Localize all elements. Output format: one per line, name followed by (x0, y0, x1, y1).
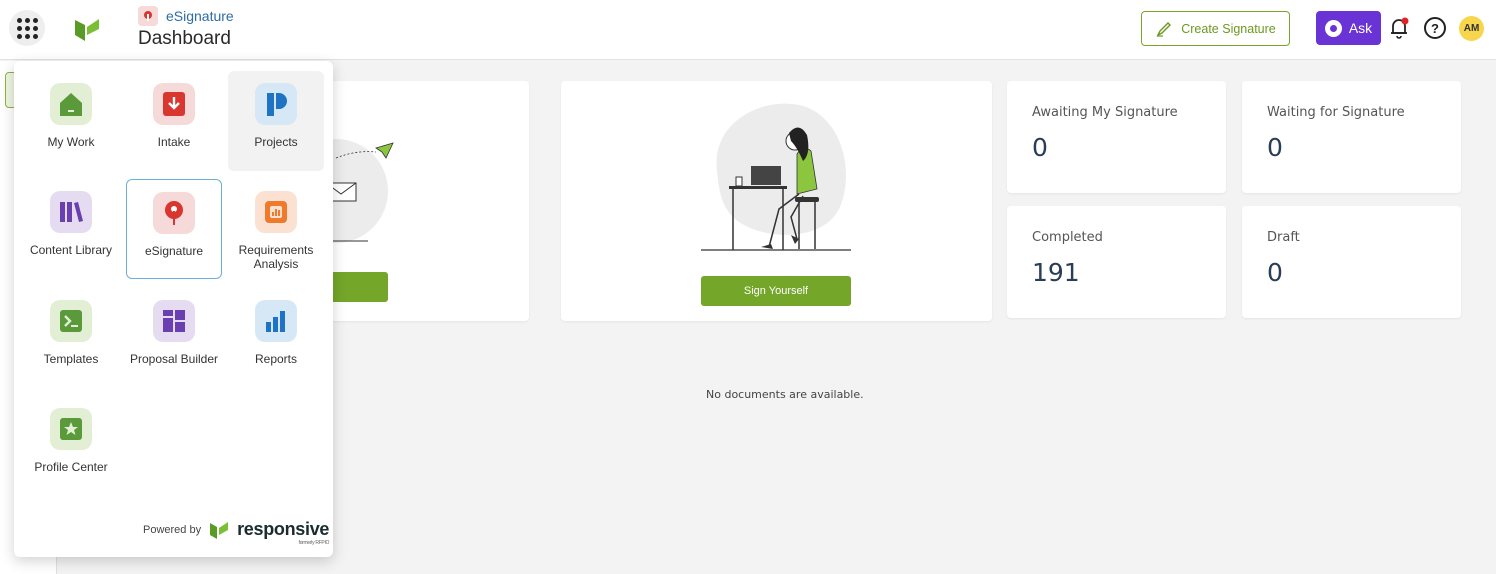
app-name: Intake (157, 135, 191, 149)
template-icon (50, 300, 92, 342)
stat-value: 0 (1267, 133, 1283, 162)
responsive-brand: responsive formerly RFPIO (237, 519, 330, 546)
notification-bell-icon[interactable] (1389, 17, 1409, 39)
launcher-app-content-library[interactable]: Content Library (23, 191, 119, 281)
app-name: Proposal Builder (129, 352, 219, 366)
powered-by-footer: Powered by responsive formerly RFPIO (143, 519, 330, 546)
page-title: Dashboard (138, 28, 231, 49)
app-launcher-menu: My Work Intake Projects Content Library … (14, 61, 333, 557)
app-launcher-button[interactable] (9, 10, 45, 46)
ask-label: Ask (1348, 20, 1373, 36)
powered-by-text: Powered by (143, 523, 202, 536)
pen-icon (1156, 21, 1172, 37)
star-profile-icon (50, 408, 92, 450)
responsive-logo-icon[interactable] (73, 15, 101, 43)
signature-pen-icon (153, 192, 195, 234)
stat-value: 0 (1032, 133, 1048, 162)
stat-completed[interactable]: Completed 191 (1007, 206, 1226, 318)
create-signature-label: Create Signature (1181, 21, 1276, 36)
app-name: eSignature (144, 244, 204, 258)
app-name: Requirements Analysis (238, 243, 314, 271)
launcher-app-profile-center[interactable]: Profile Center (23, 408, 119, 498)
app-name: Projects (254, 135, 298, 149)
builder-grid-icon (153, 300, 195, 342)
sign-yourself-button[interactable]: Sign Yourself (701, 276, 851, 306)
app-name: My Work (47, 135, 95, 149)
stat-label: Draft (1267, 230, 1300, 245)
stat-label: Completed (1032, 230, 1103, 245)
app-switch-chip[interactable]: eSignature (138, 6, 234, 26)
home-icon (50, 83, 92, 125)
stat-label: Awaiting My Signature (1032, 105, 1178, 120)
user-avatar[interactable]: AM (1459, 16, 1484, 41)
inbox-download-icon (153, 83, 195, 125)
sign-yourself-label: Sign Yourself (743, 285, 809, 297)
stat-value: 0 (1267, 258, 1283, 287)
sign-yourself-card: Sign Yourself (561, 81, 992, 321)
books-icon (50, 191, 92, 233)
stat-draft[interactable]: Draft 0 (1242, 206, 1461, 318)
app-name: Templates (43, 352, 99, 366)
stat-value: 191 (1032, 258, 1080, 287)
grid-dots-icon (16, 17, 38, 39)
app-name[interactable]: eSignature (166, 8, 234, 24)
launcher-app-templates[interactable]: Templates (23, 300, 119, 390)
brand-subtitle: formerly RFPIO (298, 540, 330, 546)
help-icon[interactable]: ? (1424, 17, 1446, 39)
launcher-app-my-work[interactable]: My Work (23, 83, 119, 177)
create-signature-button[interactable]: Create Signature (1141, 11, 1290, 46)
app-name: Reports (254, 352, 298, 366)
empty-documents-message: No documents are available. (706, 388, 864, 401)
stat-awaiting-my-signature[interactable]: Awaiting My Signature 0 (1007, 81, 1226, 193)
ask-button[interactable]: Ask (1316, 11, 1381, 45)
launcher-app-proposal-builder[interactable]: Proposal Builder (126, 300, 222, 390)
analysis-icon (255, 191, 297, 233)
launcher-app-reports[interactable]: Reports (228, 300, 324, 390)
launcher-app-intake[interactable]: Intake (126, 83, 222, 177)
responsive-logo-icon (210, 521, 229, 539)
stat-waiting-for-signature[interactable]: Waiting for Signature 0 (1242, 81, 1461, 193)
bar-chart-icon (255, 300, 297, 342)
projects-p-icon (255, 83, 297, 125)
ai-assistant-icon (1324, 19, 1342, 37)
launcher-app-esignature[interactable]: eSignature (126, 179, 222, 279)
app-name: Content Library (29, 243, 113, 257)
launcher-app-projects[interactable]: Projects (228, 71, 324, 171)
signature-pen-icon (138, 6, 158, 26)
person-at-desk-illustration (701, 103, 851, 251)
launcher-app-requirements-analysis[interactable]: Requirements Analysis (228, 191, 324, 281)
brand-name: responsive (237, 519, 330, 539)
app-name: Profile Center (34, 460, 108, 474)
top-header: eSignature Dashboard Create Signature As… (0, 0, 1496, 60)
stat-label: Waiting for Signature (1267, 105, 1405, 120)
